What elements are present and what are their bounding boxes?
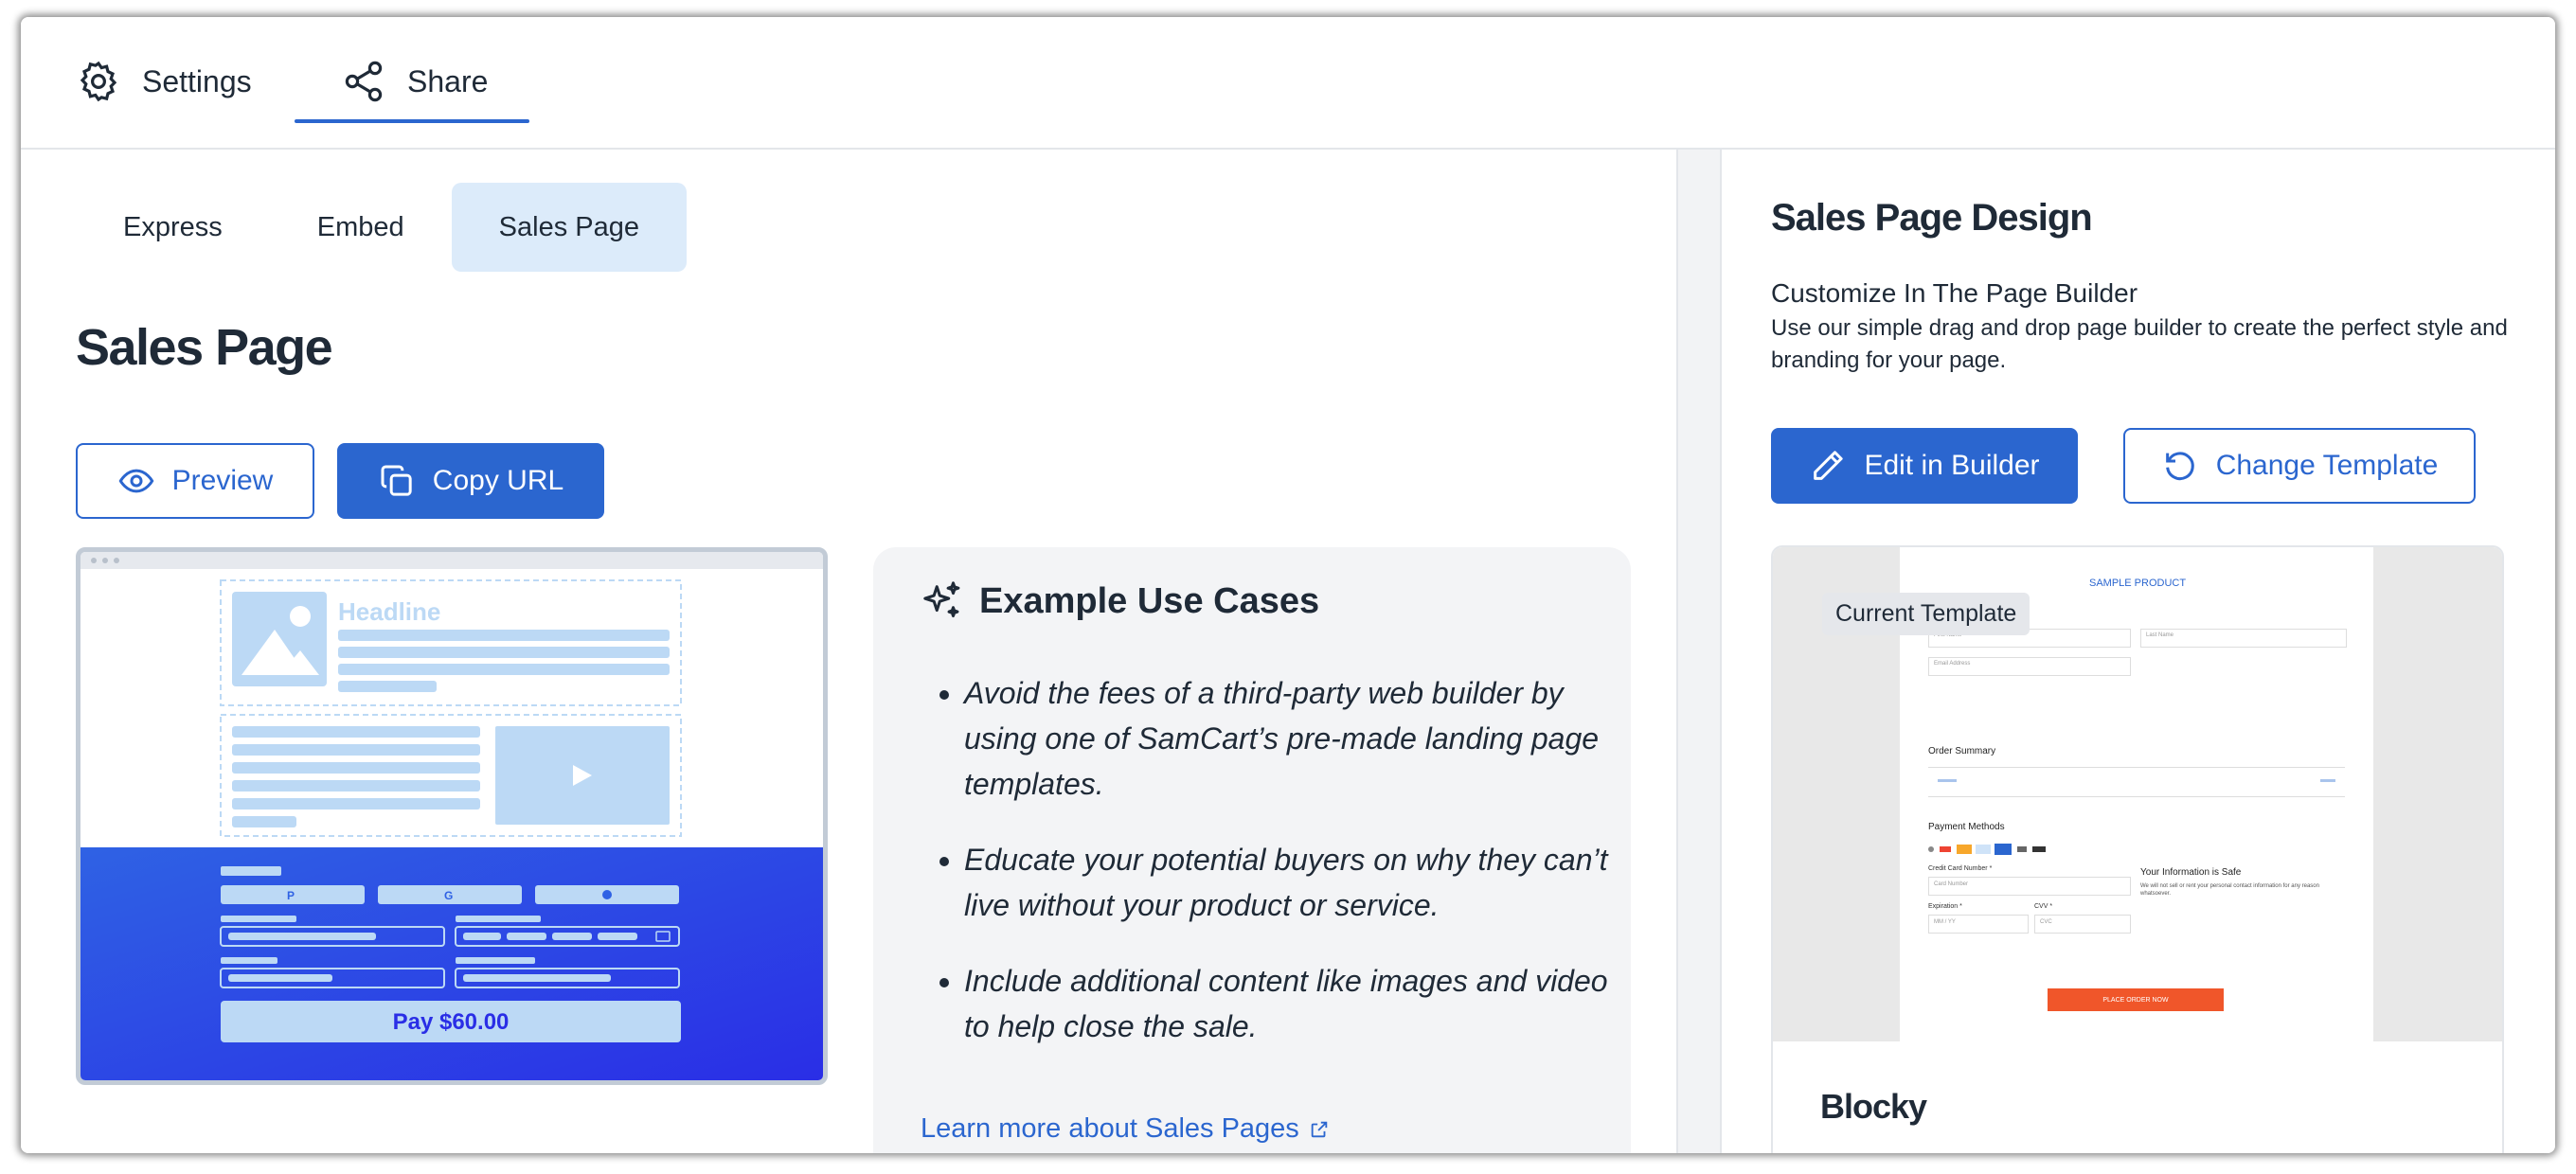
- card-number-placeholder: Card Number: [1934, 881, 1969, 887]
- sparkles-icon: [923, 581, 960, 618]
- use-cases-card: Example Use Cases Avoid the fees of a th…: [873, 547, 1631, 1153]
- copy-icon: [381, 465, 412, 496]
- app-window: Settings Share Express Embed Sales Page …: [21, 17, 2555, 1153]
- svg-text:P: P: [287, 889, 295, 902]
- change-template-label: Change Template: [2215, 450, 2439, 481]
- design-panel: Sales Page Design Customize In The Page …: [1722, 150, 2555, 1153]
- gear-icon: [80, 61, 117, 102]
- illustration-headline: Headline: [338, 597, 440, 626]
- template-product: SAMPLE PRODUCT: [2089, 578, 2187, 589]
- last-name-placeholder: Last Name: [2146, 632, 2174, 638]
- tab-share[interactable]: Share: [341, 17, 488, 146]
- preview-button[interactable]: Preview: [76, 443, 314, 519]
- share-subtabs: Express Embed Sales Page: [76, 183, 687, 272]
- template-preview: SAMPLE PRODUCT First Name Last Name Emai…: [1773, 547, 2502, 1041]
- cvv-label: CVV *: [2034, 903, 2053, 910]
- list-item: Avoid the fees of a third-party web buil…: [964, 670, 1627, 807]
- learn-more-link[interactable]: Learn more about Sales Pages: [921, 1113, 1330, 1145]
- external-link-icon: [1311, 1121, 1328, 1137]
- subtab-embed[interactable]: Embed: [270, 183, 452, 272]
- template-name: Blocky: [1820, 1087, 1927, 1126]
- page-title: Sales Page: [76, 319, 333, 376]
- card-number-label: Credit Card Number *: [1928, 865, 1993, 872]
- expiration-placeholder: MM / YY: [1934, 919, 1956, 925]
- order-summary-box: [1928, 767, 2345, 797]
- email-field: [1928, 657, 2131, 676]
- list-item: Include additional content like images a…: [964, 958, 1627, 1049]
- illustration-graphic: Headline P G Pay $60.00: [80, 552, 823, 1080]
- use-cases-title: Example Use Cases: [979, 580, 1320, 621]
- copy-url-label: Copy URL: [432, 465, 564, 496]
- tab-settings-label: Settings: [142, 63, 252, 98]
- undo-icon: [2165, 452, 2194, 481]
- edit-in-builder-button[interactable]: Edit in Builder: [1771, 428, 2078, 504]
- last-name-field: [2140, 629, 2347, 648]
- illustration-pay-button: Pay $60.00: [393, 1009, 510, 1035]
- eye-icon: [118, 469, 154, 493]
- info-safe-heading: Your Information is Safe: [2140, 867, 2242, 878]
- tab-settings[interactable]: Settings: [76, 17, 252, 146]
- info-safe-text: We will not sell or rent your personal c…: [2140, 883, 2319, 897]
- pencil-icon: [1814, 451, 1844, 480]
- list-item: Educate your potential buyers on why the…: [964, 837, 1627, 928]
- order-summary-heading: Order Summary: [1928, 746, 1996, 756]
- active-tab-indicator: [295, 119, 529, 123]
- use-cases-list: Avoid the fees of a third-party web buil…: [921, 670, 1627, 1079]
- panel-divider: [1676, 150, 1722, 1153]
- place-order-button: PLACE ORDER NOW: [2048, 988, 2224, 1011]
- change-template-button[interactable]: Change Template: [2123, 428, 2476, 504]
- cvv-placeholder: CVC: [2040, 919, 2052, 925]
- share-panel: Express Embed Sales Page Sales Page Prev…: [21, 150, 1676, 1153]
- svg-text:G: G: [444, 889, 453, 902]
- learn-more-label: Learn more about Sales Pages: [921, 1113, 1299, 1144]
- current-template-card[interactable]: SAMPLE PRODUCT First Name Last Name Emai…: [1771, 545, 2504, 1153]
- tab-share-label: Share: [407, 63, 489, 98]
- subtab-express[interactable]: Express: [76, 183, 270, 272]
- share-icon: [345, 61, 383, 102]
- sales-page-illustration: Headline P G Pay $60.00: [76, 547, 828, 1085]
- subtab-sales-page[interactable]: Sales Page: [451, 183, 687, 272]
- expiration-label: Expiration *: [1928, 903, 1962, 910]
- design-description: Use our simple drag and drop page builde…: [1771, 315, 2508, 373]
- current-template-badge: Current Template: [1822, 593, 2030, 635]
- preview-label: Preview: [171, 465, 274, 496]
- design-title: Sales Page Design: [1771, 197, 2093, 239]
- copy-url-button[interactable]: Copy URL: [337, 443, 604, 519]
- top-nav: Settings Share: [21, 17, 2555, 150]
- design-subtitle: Customize In The Page Builder: [1771, 278, 2138, 308]
- email-placeholder: Email Address: [1934, 661, 1971, 667]
- payment-methods-heading: Payment Methods: [1928, 822, 2005, 832]
- use-cases-heading: Example Use Cases: [921, 579, 1319, 623]
- edit-in-builder-label: Edit in Builder: [1864, 450, 2040, 481]
